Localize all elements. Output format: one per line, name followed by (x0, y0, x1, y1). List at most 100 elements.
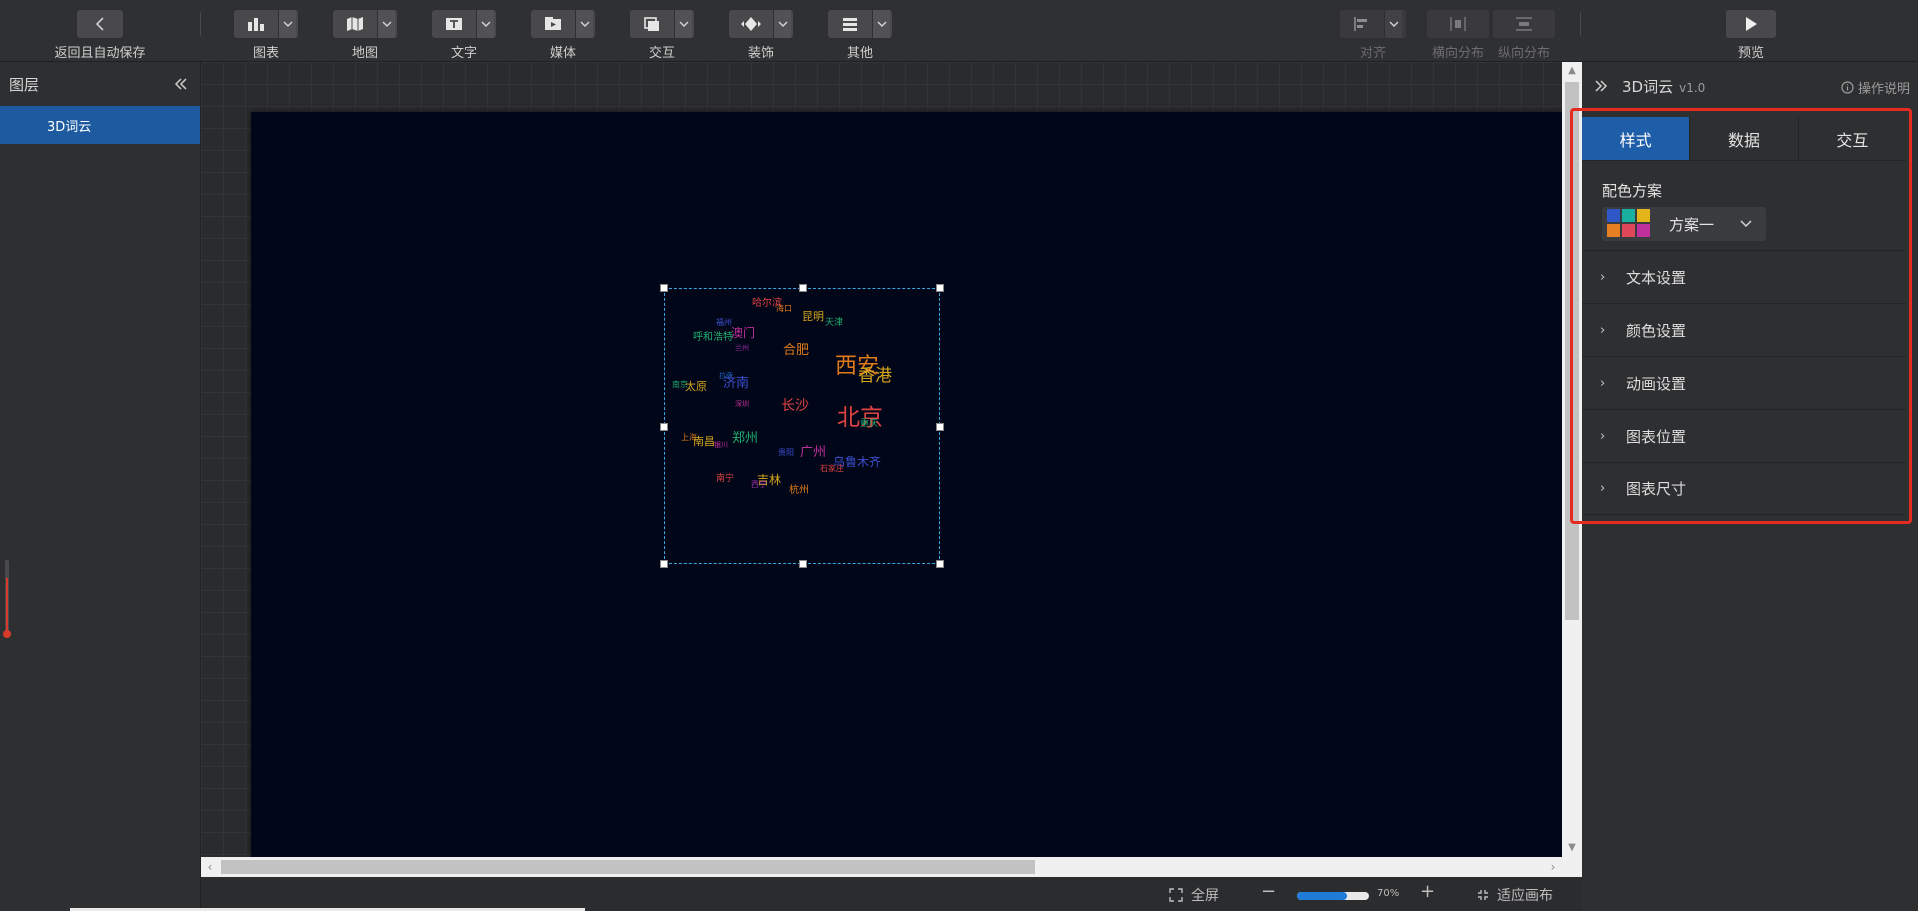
chevron-down-icon (877, 21, 886, 27)
toolbar-divider (1580, 12, 1581, 36)
fullscreen-label: 全屏 (1191, 888, 1219, 904)
vertical-scroll-thumb[interactable] (1565, 82, 1579, 620)
section-chart-size[interactable]: › 图表尺寸 (1582, 462, 1906, 515)
zoom-value: 70% (1377, 888, 1400, 899)
chevron-down-icon (481, 21, 490, 27)
toolbar-chart-label: 图表 (252, 46, 279, 61)
back-button[interactable]: 返回且自动保存 (52, 10, 148, 61)
play-icon (1746, 17, 1757, 31)
fit-canvas-button[interactable]: 适应画布 (1477, 885, 1553, 905)
wordcloud-word: 长沙 (781, 398, 809, 414)
tab-style[interactable]: 样式 (1582, 117, 1691, 160)
zoom-in-button[interactable]: + (1420, 881, 1435, 902)
resize-handle-se[interactable] (936, 560, 944, 568)
resize-handle-w[interactable] (660, 423, 668, 431)
help-link[interactable]: 操作说明 (1841, 78, 1910, 97)
status-bar: 全屏 − 70% + 适应画布 (201, 877, 1582, 911)
distribute-horizontal-icon (1450, 17, 1466, 31)
info-icon (1841, 81, 1854, 94)
toolbar-decoration-button[interactable]: 装饰 (729, 10, 793, 61)
wordcloud-word: 南宁 (716, 474, 735, 484)
thermometer-icon (3, 560, 11, 638)
scroll-up-icon[interactable]: ▲ (1562, 62, 1582, 80)
horizontal-distribute-button[interactable]: 横向分布 (1422, 10, 1494, 61)
preview-button[interactable]: 预览 (1720, 10, 1782, 61)
wordcloud-widget[interactable]: 哈尔滨 海口 昆明 天津 福州 澳门 呼和浩特 兰州 合肥 西安 香港 拉萨 南京 太原 济南 深圳 长沙 北京重… (660, 284, 944, 568)
layer-item-3d-wordcloud[interactable]: 3D词云 (0, 106, 200, 144)
wordcloud-word: 贵阳 (778, 448, 794, 457)
chevron-down-icon (679, 21, 688, 27)
wordcloud-word: 合肥 (783, 343, 810, 358)
color-swatch (1637, 209, 1650, 222)
fullscreen-icon (1169, 888, 1183, 902)
resize-handle-ne[interactable] (936, 284, 944, 292)
wordcloud-word: 深圳 (735, 400, 749, 408)
vertical-scrollbar[interactable]: ▲ ▼ (1562, 62, 1582, 857)
toolbar-interaction-button[interactable]: 交互 (630, 10, 694, 61)
fullscreen-button[interactable]: 全屏 (1169, 885, 1219, 905)
chevron-left-icon (95, 17, 104, 31)
horizontal-scroll-thumb[interactable] (221, 860, 1035, 874)
wordcloud-word: 海口 (776, 304, 792, 313)
wordcloud-word: 太原 (685, 380, 707, 393)
scroll-right-icon[interactable]: › (1544, 857, 1562, 877)
horizontal-scrollbar[interactable]: ‹ › (201, 857, 1582, 877)
color-scheme-swatches (1607, 209, 1651, 239)
design-canvas[interactable]: 哈尔滨 海口 昆明 天津 福州 澳门 呼和浩特 兰州 合肥 西安 香港 拉萨 南京 太原 济南 深圳 长沙 北京重… (251, 112, 1562, 857)
scroll-down-icon[interactable]: ▼ (1562, 839, 1582, 857)
distribute-vertical-icon (1516, 17, 1532, 31)
toolbar-map-button[interactable]: 地图 (333, 10, 397, 61)
tab-data[interactable]: 数据 (1690, 117, 1799, 160)
section-label: 动画设置 (1626, 374, 1687, 393)
align-button[interactable]: 对齐 (1340, 10, 1406, 61)
resize-handle-nw[interactable] (660, 284, 668, 292)
toolbar-text-button[interactable]: 文字 (432, 10, 496, 61)
section-text-settings[interactable]: › 文本设置 (1582, 250, 1906, 303)
toolbar-interaction-label: 交互 (648, 46, 675, 61)
toolbar-other-button[interactable]: 其他 (828, 10, 892, 61)
chevron-down-icon (283, 21, 292, 27)
resize-handle-n[interactable] (799, 284, 807, 292)
section-label: 文本设置 (1626, 268, 1687, 287)
wordcloud-word: 南昌 (693, 435, 715, 448)
resize-handle-sw[interactable] (660, 560, 668, 568)
zoom-out-button[interactable]: − (1261, 881, 1276, 902)
chevron-down-icon (382, 21, 391, 27)
color-swatch (1622, 209, 1635, 222)
toolbar-chart-button[interactable]: 图表 (234, 10, 298, 61)
vertical-distribute-label: 纵向分布 (1497, 46, 1550, 61)
expand-right-icon[interactable] (1594, 80, 1608, 92)
help-label: 操作说明 (1857, 82, 1910, 97)
section-color-settings[interactable]: › 颜色设置 (1582, 303, 1906, 356)
component-version: v1.0 (1679, 81, 1706, 95)
properties-header: 3D词云 v1.0 操作说明 (1582, 62, 1918, 106)
scroll-left-icon[interactable]: ‹ (201, 857, 219, 877)
zoom-slider[interactable] (1297, 892, 1369, 900)
wordcloud-word: 福州 (716, 318, 732, 327)
resize-handle-s[interactable] (799, 560, 807, 568)
resize-handle-e[interactable] (936, 423, 944, 431)
collapse-left-icon[interactable] (174, 77, 188, 91)
chevron-down-icon (1740, 220, 1752, 228)
color-scheme-select[interactable]: 方案一 (1602, 207, 1766, 241)
tab-interaction[interactable]: 交互 (1798, 117, 1906, 160)
chevron-down-icon (1389, 21, 1398, 27)
section-label: 图表位置 (1626, 427, 1687, 446)
interaction-icon (644, 17, 659, 31)
back-label: 返回且自动保存 (54, 46, 146, 61)
map-icon (347, 17, 363, 31)
chevron-down-icon (778, 21, 787, 27)
section-animation-settings[interactable]: › 动画设置 (1582, 356, 1906, 409)
section-chart-position[interactable]: › 图表位置 (1582, 409, 1906, 462)
fit-canvas-icon (1478, 890, 1488, 900)
toolbar-media-button[interactable]: 媒体 (531, 10, 595, 61)
decoration-icon (741, 17, 761, 31)
wordcloud-word: 石家庄 (820, 464, 844, 473)
layer-panel-header: 图层 (0, 62, 200, 106)
wordcloud-word: 郑州 (732, 431, 759, 446)
canvas-workspace[interactable]: 哈尔滨 海口 昆明 天津 福州 澳门 呼和浩特 兰州 合肥 西安 香港 拉萨 南京 太原 济南 深圳 长沙 北京重… (201, 62, 1562, 857)
section-label: 颜色设置 (1626, 321, 1687, 340)
wordcloud-word: 兰州 (735, 344, 749, 352)
wordcloud-word: 重庆 (860, 419, 879, 429)
vertical-distribute-button[interactable]: 纵向分布 (1488, 10, 1560, 61)
